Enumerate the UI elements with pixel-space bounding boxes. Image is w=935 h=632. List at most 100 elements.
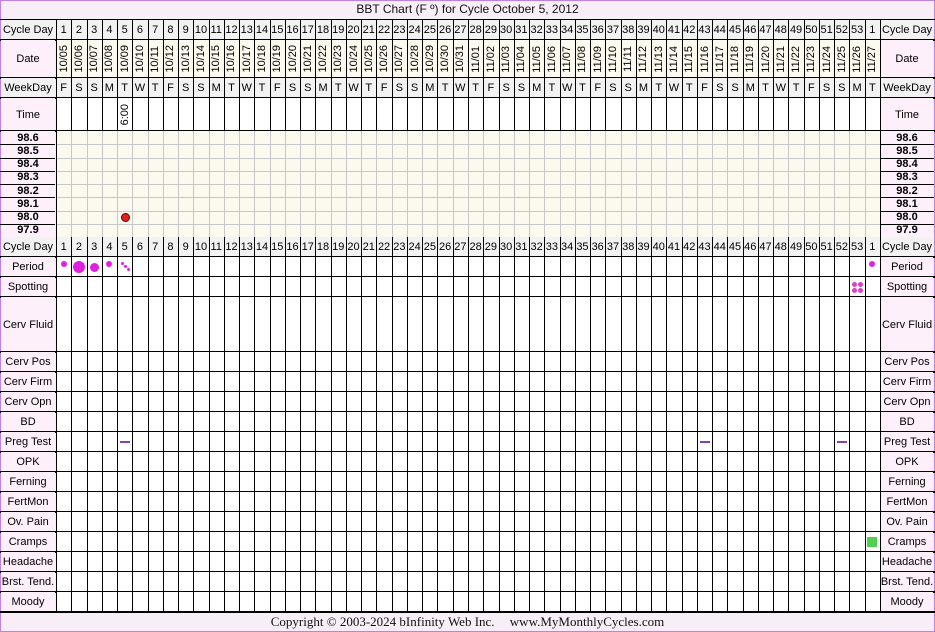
ov-pain-cell[interactable] xyxy=(162,512,179,532)
opk-cell[interactable] xyxy=(147,452,163,472)
cramps-cell[interactable] xyxy=(315,532,331,552)
cerv-opn-cell[interactable] xyxy=(559,392,575,412)
time-cell[interactable] xyxy=(208,98,224,131)
cerv-opn-cell[interactable] xyxy=(239,392,255,412)
ferning-cell[interactable] xyxy=(452,472,468,492)
brst-tend-cell[interactable] xyxy=(254,572,270,592)
cerv-opn-cell[interactable] xyxy=(468,392,484,412)
cerv-firm-cell[interactable] xyxy=(406,372,423,392)
fertmon-cell[interactable] xyxy=(651,492,667,512)
headache-cell[interactable] xyxy=(666,552,682,572)
ov-pain-cell[interactable] xyxy=(223,512,240,532)
cramps-cell[interactable] xyxy=(620,532,636,552)
preg-test-cell[interactable] xyxy=(162,432,179,452)
cerv-pos-cell[interactable] xyxy=(773,352,789,372)
brst-tend-cell[interactable] xyxy=(406,572,423,592)
ov-pain-cell[interactable] xyxy=(422,512,438,532)
headache-cell[interactable] xyxy=(818,552,835,572)
ov-pain-cell[interactable] xyxy=(620,512,636,532)
cerv-pos-cell[interactable] xyxy=(788,352,804,372)
moody-cell[interactable] xyxy=(193,592,209,612)
moody-cell[interactable] xyxy=(437,592,453,612)
period-cell[interactable] xyxy=(422,257,438,277)
fertmon-cell[interactable] xyxy=(468,492,484,512)
opk-cell[interactable] xyxy=(284,452,301,472)
ov-pain-cell[interactable] xyxy=(208,512,224,532)
moody-cell[interactable] xyxy=(71,592,87,612)
bd-cell[interactable] xyxy=(818,412,835,432)
preg-test-cell[interactable] xyxy=(437,432,453,452)
ov-pain-cell[interactable] xyxy=(788,512,804,532)
ov-pain-cell[interactable] xyxy=(574,512,591,532)
fertmon-cell[interactable] xyxy=(147,492,163,512)
fertmon-cell[interactable] xyxy=(513,492,530,512)
bd-cell[interactable] xyxy=(71,412,87,432)
cerv-pos-cell[interactable] xyxy=(86,352,102,372)
moody-cell[interactable] xyxy=(254,592,270,612)
cerv-firm-cell[interactable] xyxy=(193,372,209,392)
cerv-pos-cell[interactable] xyxy=(391,352,407,372)
time-cell[interactable] xyxy=(376,98,392,131)
preg-test-cell[interactable] xyxy=(559,432,575,452)
bd-cell[interactable] xyxy=(361,412,377,432)
period-cell[interactable] xyxy=(544,257,560,277)
cramps-cell[interactable] xyxy=(193,532,209,552)
moody-cell[interactable] xyxy=(788,592,804,612)
fertmon-cell[interactable] xyxy=(727,492,743,512)
fertmon-cell[interactable] xyxy=(71,492,87,512)
bd-cell[interactable] xyxy=(773,412,789,432)
opk-cell[interactable] xyxy=(834,452,850,472)
spotting-cell[interactable] xyxy=(544,277,560,297)
time-cell[interactable] xyxy=(361,98,377,131)
bd-cell[interactable] xyxy=(712,412,728,432)
spotting-cell[interactable] xyxy=(208,277,224,297)
opk-cell[interactable] xyxy=(666,452,682,472)
brst-tend-cell[interactable] xyxy=(788,572,804,592)
moody-cell[interactable] xyxy=(620,592,636,612)
cerv-pos-cell[interactable] xyxy=(864,352,880,372)
preg-test-cell[interactable] xyxy=(269,432,285,452)
cerv-firm-cell[interactable] xyxy=(559,372,575,392)
moody-cell[interactable] xyxy=(132,592,148,612)
time-cell[interactable] xyxy=(590,98,606,131)
ov-pain-cell[interactable] xyxy=(193,512,209,532)
period-cell[interactable] xyxy=(605,257,621,277)
fertmon-cell[interactable] xyxy=(162,492,179,512)
cerv-fluid-cell[interactable] xyxy=(178,297,194,352)
period-cell[interactable] xyxy=(666,257,682,277)
fertmon-cell[interactable] xyxy=(437,492,453,512)
headache-cell[interactable] xyxy=(590,552,606,572)
opk-cell[interactable] xyxy=(193,452,209,472)
period-cell[interactable] xyxy=(239,257,255,277)
bd-cell[interactable] xyxy=(513,412,530,432)
time-cell[interactable] xyxy=(193,98,209,131)
cramps-cell[interactable] xyxy=(284,532,301,552)
fertmon-cell[interactable] xyxy=(422,492,438,512)
cerv-pos-cell[interactable] xyxy=(590,352,606,372)
ov-pain-cell[interactable] xyxy=(468,512,484,532)
spotting-cell[interactable] xyxy=(559,277,575,297)
ov-pain-cell[interactable] xyxy=(315,512,331,532)
time-cell[interactable] xyxy=(544,98,560,131)
cerv-pos-cell[interactable] xyxy=(635,352,652,372)
period-cell[interactable] xyxy=(818,257,835,277)
moody-cell[interactable] xyxy=(559,592,575,612)
ov-pain-cell[interactable] xyxy=(681,512,697,532)
cramps-cell[interactable] xyxy=(178,532,194,552)
time-cell[interactable] xyxy=(284,98,301,131)
cerv-fluid-cell[interactable] xyxy=(742,297,758,352)
time-cell[interactable] xyxy=(101,98,118,131)
cerv-firm-cell[interactable] xyxy=(345,372,362,392)
cerv-opn-cell[interactable] xyxy=(208,392,224,412)
cerv-fluid-cell[interactable] xyxy=(788,297,804,352)
preg-test-negative-mark[interactable] xyxy=(836,441,847,443)
cerv-fluid-cell[interactable] xyxy=(818,297,835,352)
period-cell[interactable] xyxy=(498,257,514,277)
cramps-cell[interactable] xyxy=(590,532,606,552)
bd-cell[interactable] xyxy=(193,412,209,432)
moody-cell[interactable] xyxy=(803,592,819,612)
moody-cell[interactable] xyxy=(498,592,514,612)
cerv-firm-cell[interactable] xyxy=(498,372,514,392)
opk-cell[interactable] xyxy=(590,452,606,472)
moody-cell[interactable] xyxy=(605,592,621,612)
